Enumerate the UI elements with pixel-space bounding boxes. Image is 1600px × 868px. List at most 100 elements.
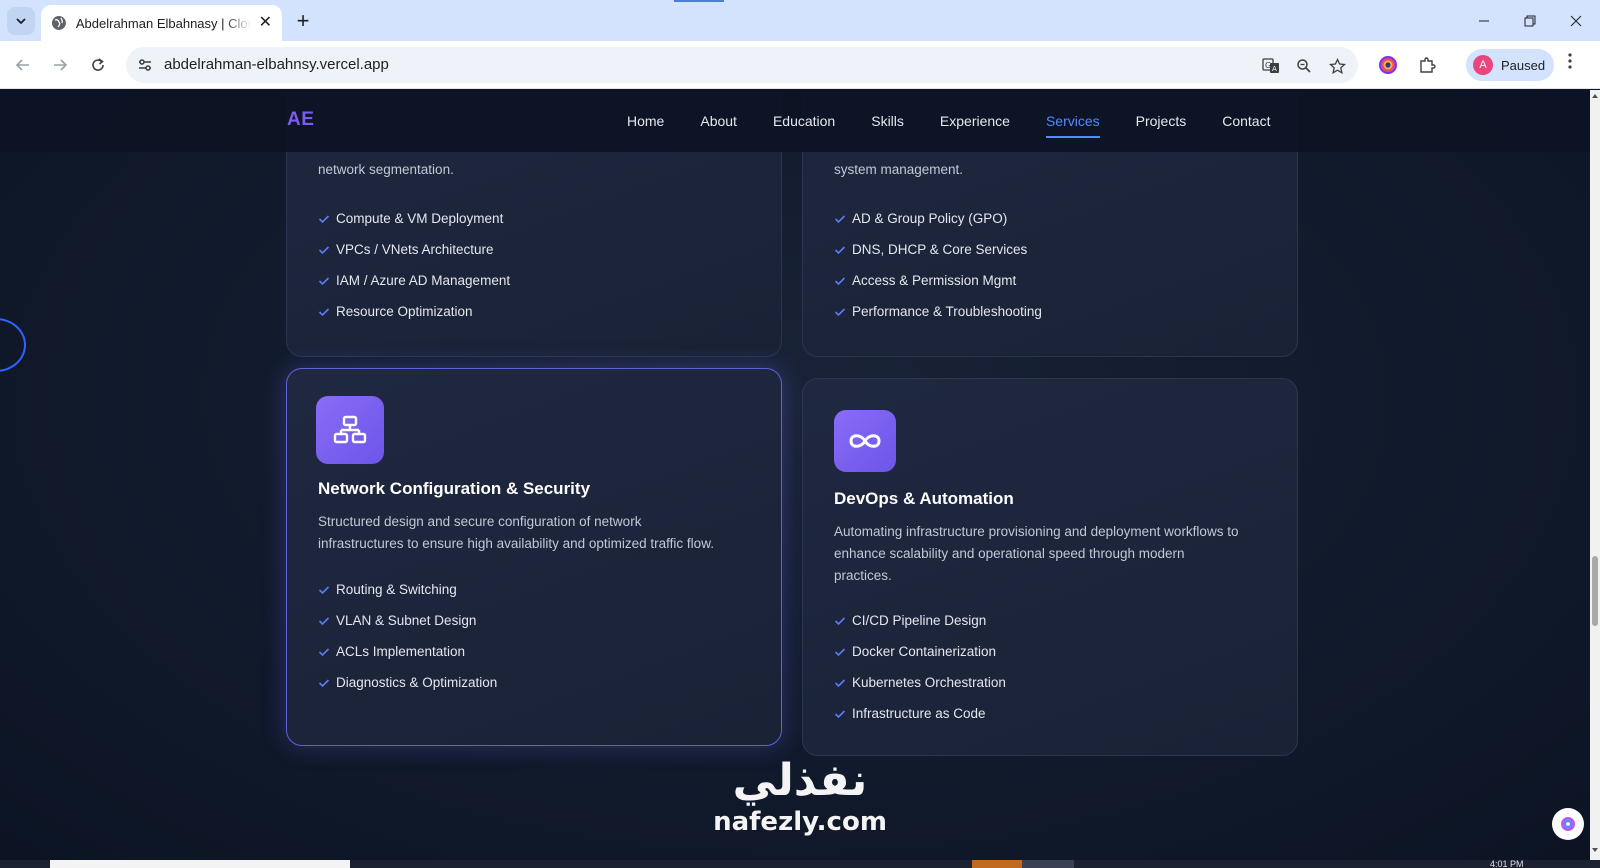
check-icon [318, 276, 330, 285]
service-card-network[interactable]: Network Configuration & Security Structu… [286, 368, 782, 746]
check-icon [318, 214, 330, 223]
browser-tab[interactable]: Abdelrahman Elbahnasy | Cloud ✕ [41, 5, 282, 41]
list-item: Diagnostics & Optimization [318, 667, 497, 698]
back-arrow-icon[interactable] [9, 51, 37, 79]
check-icon [318, 616, 330, 625]
scroll-down-arrow-icon[interactable] [1591, 846, 1599, 854]
plus-icon[interactable]: + [290, 8, 316, 34]
window-close-icon[interactable] [1553, 0, 1599, 41]
watermark-arabic: نفذلي [732, 755, 868, 806]
zoom-icon[interactable] [1293, 55, 1315, 77]
feature-label: DNS, DHCP & Core Services [852, 242, 1028, 257]
feature-label: Performance & Troubleshooting [852, 304, 1042, 319]
feature-label: Routing & Switching [336, 582, 457, 597]
taskbar-clock: 4:01 PM [1490, 859, 1524, 868]
feature-label: Infrastructure as Code [852, 706, 986, 721]
chat-widget-button[interactable] [1552, 808, 1584, 840]
close-icon[interactable]: ✕ [259, 15, 272, 31]
service-card-devops[interactable]: DevOps & Automation Automating infrastru… [802, 378, 1298, 756]
feature-label: IAM / Azure AD Management [336, 273, 511, 288]
profile-button[interactable]: A Paused [1466, 49, 1554, 81]
nav-skills[interactable]: Skills [871, 113, 904, 129]
address-bar[interactable]: abdelrahman-elbahnsy.vercel.app GA [126, 47, 1358, 83]
avatar: A [1473, 55, 1493, 75]
check-icon [834, 647, 846, 656]
tab-search-icon[interactable] [7, 7, 35, 35]
bookmark-star-icon[interactable] [1326, 55, 1348, 77]
card-description: system management. [834, 162, 964, 177]
feature-label: VPCs / VNets Architecture [336, 242, 494, 257]
feature-label: Compute & VM Deployment [336, 211, 504, 226]
nav-home[interactable]: Home [627, 113, 664, 129]
site-settings-icon[interactable] [136, 56, 154, 74]
list-item: DNS, DHCP & Core Services [834, 234, 1042, 265]
taskbar-search-box[interactable] [50, 860, 350, 868]
check-icon [834, 245, 846, 254]
minimize-icon[interactable] [1461, 0, 1507, 41]
nav-contact[interactable]: Contact [1222, 113, 1270, 129]
card-description: network segmentation. [318, 162, 454, 177]
watermark: نفذلي nafezly.com [700, 754, 900, 836]
profile-status: Paused [1501, 57, 1546, 73]
reload-icon[interactable] [84, 51, 112, 79]
list-item: Access & Permission Mgmt [834, 265, 1042, 296]
feature-label: Access & Permission Mgmt [852, 273, 1017, 288]
nav-links: Home About Education Skills Experience S… [627, 90, 1306, 152]
translate-icon[interactable]: GA [1260, 55, 1282, 77]
browser-tabstrip: Abdelrahman Elbahnasy | Cloud ✕ + [0, 0, 1600, 41]
scrollbar-thumb[interactable] [1592, 556, 1598, 626]
list-item: VLAN & Subnet Design [318, 605, 497, 636]
network-topology-icon [316, 396, 384, 464]
tab-title: Abdelrahman Elbahnasy | Cloud [75, 15, 251, 31]
extensions-puzzle-icon[interactable] [1415, 53, 1439, 77]
forward-arrow-icon[interactable] [46, 51, 74, 79]
list-item: AD & Group Policy (GPO) [834, 203, 1042, 234]
check-icon [834, 307, 846, 316]
list-item: Docker Containerization [834, 636, 1006, 667]
chat-widget-icon [1561, 817, 1575, 831]
list-item: Performance & Troubleshooting [834, 296, 1042, 327]
taskbar-app-active[interactable] [972, 860, 1022, 868]
restore-icon[interactable] [1507, 0, 1553, 41]
check-icon [318, 678, 330, 687]
nav-experience[interactable]: Experience [940, 113, 1010, 129]
check-icon [318, 647, 330, 656]
check-icon [834, 616, 846, 625]
chrome-extension-icon[interactable] [1376, 53, 1400, 77]
browser-toolbar: abdelrahman-elbahnsy.vercel.app GA A Pau… [0, 41, 1600, 89]
taskbar-app[interactable] [1022, 860, 1074, 868]
list-item: Compute & VM Deployment [318, 203, 510, 234]
feature-list: CI/CD Pipeline Design Docker Containeriz… [834, 605, 1006, 729]
page-viewport: AE Home About Education Skills Experienc… [0, 90, 1590, 860]
feature-label: Diagnostics & Optimization [336, 675, 498, 690]
svg-text:A: A [1272, 65, 1277, 73]
cursor-ring-decoration [0, 318, 26, 372]
feature-label: CI/CD Pipeline Design [852, 613, 987, 628]
list-item: VPCs / VNets Architecture [318, 234, 510, 265]
card-description-line-3: practices. [834, 568, 892, 583]
site-navbar: AE Home About Education Skills Experienc… [0, 90, 1590, 152]
list-item: Kubernetes Orchestration [834, 667, 1006, 698]
url-text[interactable]: abdelrahman-elbahnsy.vercel.app [164, 56, 389, 73]
page-scrollbar[interactable] [1590, 90, 1600, 860]
list-item: Routing & Switching [318, 574, 497, 605]
card-description-line-2: enhance scalability and operational spee… [834, 546, 1185, 561]
list-item: Resource Optimization [318, 296, 510, 327]
card-title: Network Configuration & Security [318, 479, 591, 498]
infinity-icon [834, 410, 896, 472]
nav-projects[interactable]: Projects [1136, 113, 1187, 129]
check-icon [318, 245, 330, 254]
list-item: ACLs Implementation [318, 636, 497, 667]
list-item: IAM / Azure AD Management [318, 265, 510, 296]
feature-label: Docker Containerization [852, 644, 997, 659]
check-icon [318, 307, 330, 316]
nav-education[interactable]: Education [773, 113, 835, 129]
site-logo[interactable]: AE [287, 109, 314, 131]
more-menu-icon[interactable] [1568, 53, 1572, 74]
card-title: DevOps & Automation [834, 489, 1014, 508]
nav-about[interactable]: About [700, 113, 737, 129]
feature-label: Kubernetes Orchestration [852, 675, 1006, 690]
scroll-up-arrow-icon[interactable] [1591, 92, 1599, 100]
feature-label: AD & Group Policy (GPO) [852, 211, 1008, 226]
nav-services[interactable]: Services [1045, 113, 1100, 138]
